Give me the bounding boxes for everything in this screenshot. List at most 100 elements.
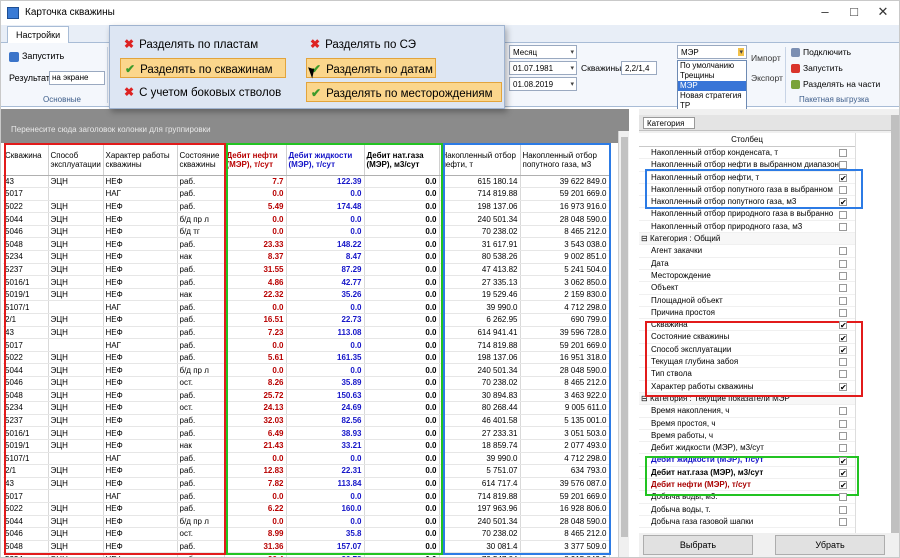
column-visible-checkbox[interactable]: [839, 444, 847, 453]
table-row[interactable]: 5022 ЭЦН НЕФ раб. 6.22 160.0 0.0 197 963.96 16 9…: [3, 502, 610, 516]
table-row[interactable]: 43 ЭЦН НЕФ раб. 7.7 122.39 0.0 615 180.14 39 622…: [3, 175, 610, 189]
close-icon[interactable]: ✕: [873, 4, 893, 20]
column-header-oil-rate[interactable]: Дебит нефти (МЭР), т/сут: [224, 143, 287, 176]
maximize-icon[interactable]: □: [844, 4, 864, 20]
option-split-by-se[interactable]: ✖ Разделять по СЭ: [306, 34, 420, 54]
column-visible-checkbox[interactable]: [839, 185, 847, 194]
strategy-option[interactable]: Трещины: [678, 71, 746, 81]
export-button[interactable]: Экспорт: [751, 73, 783, 83]
option-split-by-dates[interactable]: ✔ Разделять по датам: [306, 58, 436, 78]
select-button[interactable]: Выбрать: [643, 535, 753, 555]
table-row[interactable]: 5046 ЭЦН НЕФ ост. 8.99 35.8 0.0 70 238.02 8 465 …: [3, 527, 610, 541]
import-button[interactable]: Импорт: [751, 53, 781, 63]
wells-field[interactable]: 2,2/1,4: [621, 61, 657, 75]
column-visible-checkbox[interactable]: ✔: [839, 321, 847, 330]
column-option-row[interactable]: Накопленный отбор конденсата, т: [639, 147, 855, 160]
table-row[interactable]: 5048 ЭЦН НЕФ раб. 23.33 148.22 0.0 31 617.91 3 5…: [3, 237, 610, 252]
column-option-row[interactable]: Накопленный отбор попутного газа, м3: [639, 196, 855, 209]
table-row[interactable]: 2/1 ЭЦН НЕФ раб. 12.83 22.31 0.0 5 751.07 634 79…: [3, 464, 610, 478]
grid-scrollbar[interactable]: [618, 131, 629, 557]
table-row[interactable]: 5019/1 ЭЦН НЕФ нак 21.43 33.21 0.0 18 859.74 2 0…: [3, 439, 610, 453]
column-visible-checkbox[interactable]: ✔: [839, 468, 847, 477]
option-split-by-fields[interactable]: ✔ Разделять по месторождениям: [306, 82, 502, 102]
column-visible-checkbox[interactable]: ✔: [839, 456, 847, 465]
remove-button[interactable]: Убрать: [775, 535, 885, 555]
column-option-row[interactable]: Время накопления, ч: [639, 405, 855, 418]
table-row[interactable]: 5107/1 НАГ раб. 0.0 0.0 0.0 39 990.0 4 712 298.…: [3, 452, 610, 466]
strategy-select[interactable]: МЭР ▾: [677, 45, 747, 59]
column-visible-checkbox[interactable]: [839, 247, 847, 256]
column-option-row[interactable]: Добыча воды, т.: [639, 504, 855, 516]
table-row[interactable]: 5044 ЭЦН НЕФ б/д пр л 0.0 0.0 0.0 240 501.34 28 …: [3, 212, 610, 226]
column-option-row[interactable]: Дебит нефти (МЭР), т/сут: [639, 479, 855, 492]
collapse-icon[interactable]: ⊟: [641, 394, 650, 403]
column-visible-checkbox[interactable]: ✔: [839, 481, 847, 490]
table-row[interactable]: 5234 ЭЦН НЕФ ост. 24.13 24.69 0.0 80 268.44 9 00…: [3, 401, 610, 415]
minimize-icon[interactable]: –: [815, 4, 835, 20]
group-by-panel[interactable]: Перенесите сюда заголовок колонки для гр…: [1, 109, 629, 143]
period-select[interactable]: Месяц ▾: [509, 45, 577, 59]
column-visible-checkbox[interactable]: [839, 161, 847, 170]
column-option-row[interactable]: Дебит жидкости (МЭР), м3/сут: [639, 442, 855, 455]
table-row[interactable]: 5022 ЭЦН НЕФ раб. 5.49 174.48 0.0 198 137.06 16 …: [3, 200, 610, 214]
column-option-row[interactable]: Накопленный отбор нефти в выбранном диап…: [639, 159, 855, 172]
column-option-row[interactable]: Дата: [639, 258, 855, 270]
column-option-row[interactable]: Агент закачки: [639, 245, 855, 258]
table-row[interactable]: 5044 ЭЦН НЕФ б/д пр л 0.0 0.0 0.0 240 501.34 28 …: [3, 515, 610, 529]
column-list-scrollbar[interactable]: [891, 115, 899, 533]
table-row[interactable]: 5019/1 ЭЦН НЕФ нак 22.32 35.26 0.0 19 529.46 2 1…: [3, 288, 610, 302]
column-option-row[interactable]: Причина простоя: [639, 307, 855, 320]
split-parts-button[interactable]: Разделять на части: [791, 79, 880, 90]
table-row[interactable]: 5107/1 НАГ раб. 0.0 0.0 0.0 39 990.0 4 712 298.…: [3, 300, 610, 315]
category-button[interactable]: Категория: [643, 117, 695, 129]
category-row[interactable]: ⊟ Категория : Текущие показатели МЭР: [639, 392, 855, 406]
column-visible-checkbox[interactable]: [839, 493, 847, 502]
column-visible-checkbox[interactable]: [839, 149, 847, 157]
column-option-row[interactable]: Добыча газа газовой шапки: [639, 516, 855, 529]
table-row[interactable]: 5022 ЭЦН НЕФ раб. 5.61 161.35 0.0 198 137.06 16 …: [3, 351, 610, 365]
column-option-row[interactable]: Площадной объект: [639, 295, 855, 307]
column-header-liquid-rate[interactable]: Дебит жидкости (МЭР), т/сут: [286, 143, 365, 176]
table-row[interactable]: 5048 ЭЦН НЕФ раб. 31.36 157.07 0.0 30 081.4 3 37…: [3, 540, 610, 554]
option-split-by-wells[interactable]: ✔ Разделять по скважинам: [120, 58, 286, 78]
strategy-option[interactable]: По умолчанию: [678, 61, 746, 71]
column-option-row[interactable]: Скважина: [639, 319, 855, 332]
column-header-well[interactable]: Скважина: [3, 143, 49, 176]
column-option-row[interactable]: Накопленный отбор природного газа в выбр…: [639, 208, 855, 221]
column-visible-checkbox[interactable]: [839, 210, 847, 219]
grid-scrollbar-thumb[interactable]: [621, 137, 628, 537]
column-option-row[interactable]: Накопленный отбор нефти, т: [639, 172, 855, 184]
table-row[interactable]: 5016/1 ЭЦН НЕФ раб. 4.86 42.77 0.0 27 335.13 3 0…: [3, 275, 610, 289]
date-from-field[interactable]: 01.07.1981 ▾: [509, 61, 577, 75]
column-header-state[interactable]: Состояние скважины: [177, 143, 225, 176]
table-row[interactable]: 5017 НАГ раб. 0.0 0.0 0.0 714 819.88 59 201 669…: [3, 187, 610, 201]
table-row[interactable]: 5237 ЭЦН НЕФ раб. 31.55 87.29 0.0 47 413.82 5 24…: [3, 263, 610, 277]
column-option-row[interactable]: Время простоя, ч: [639, 418, 855, 430]
table-row[interactable]: 5016/1 ЭЦН НЕФ раб. 6.49 38.93 0.0 27 233.31 3 0…: [3, 426, 610, 440]
column-visible-checkbox[interactable]: [839, 370, 847, 379]
column-option-row[interactable]: Тип ствола: [639, 368, 855, 381]
date-to-field[interactable]: 01.08.2019 ▾: [509, 77, 577, 91]
table-row[interactable]: 5234 ЭЦН НЕФ нак 8.37 8.47 0.0 80 538.26 9 002 8…: [3, 250, 610, 264]
column-option-row[interactable]: Месторождение: [639, 270, 855, 283]
column-option-row[interactable]: Состояние скважины: [639, 331, 855, 344]
column-visible-checkbox[interactable]: ✔: [839, 198, 847, 207]
column-visible-checkbox[interactable]: [839, 419, 847, 428]
column-header-gas-rate[interactable]: Дебит нат.газа (МЭР), м3/сут: [364, 143, 440, 176]
column-visible-checkbox[interactable]: ✔: [839, 345, 847, 354]
column-visible-checkbox[interactable]: ✔: [839, 333, 847, 342]
run-button[interactable]: Запустить: [9, 51, 64, 62]
column-visible-checkbox[interactable]: [839, 358, 847, 367]
option-side-trunks[interactable]: ✖ С учетом боковых стволов: [120, 82, 285, 102]
column-visible-checkbox[interactable]: [839, 505, 847, 514]
column-visible-checkbox[interactable]: [839, 259, 847, 268]
result-select[interactable]: на экране: [49, 71, 105, 85]
column-visible-checkbox[interactable]: [839, 272, 847, 280]
table-row[interactable]: 5234ЭЦННЕФраб.26.426.780.079 547.048 915…: [3, 552, 610, 557]
strategy-option-selected[interactable]: МЭР: [678, 81, 746, 91]
collapse-icon[interactable]: ⊟: [641, 234, 650, 243]
column-visible-checkbox[interactable]: [839, 431, 847, 440]
column-option-row[interactable]: Дебит нат.газа (МЭР), м3/сут: [639, 467, 855, 480]
column-visible-checkbox[interactable]: ✔: [839, 382, 847, 391]
table-row[interactable]: 5237 ЭЦН НЕФ раб. 32.03 82.56 0.0 46 401.58 5 13…: [3, 414, 610, 428]
